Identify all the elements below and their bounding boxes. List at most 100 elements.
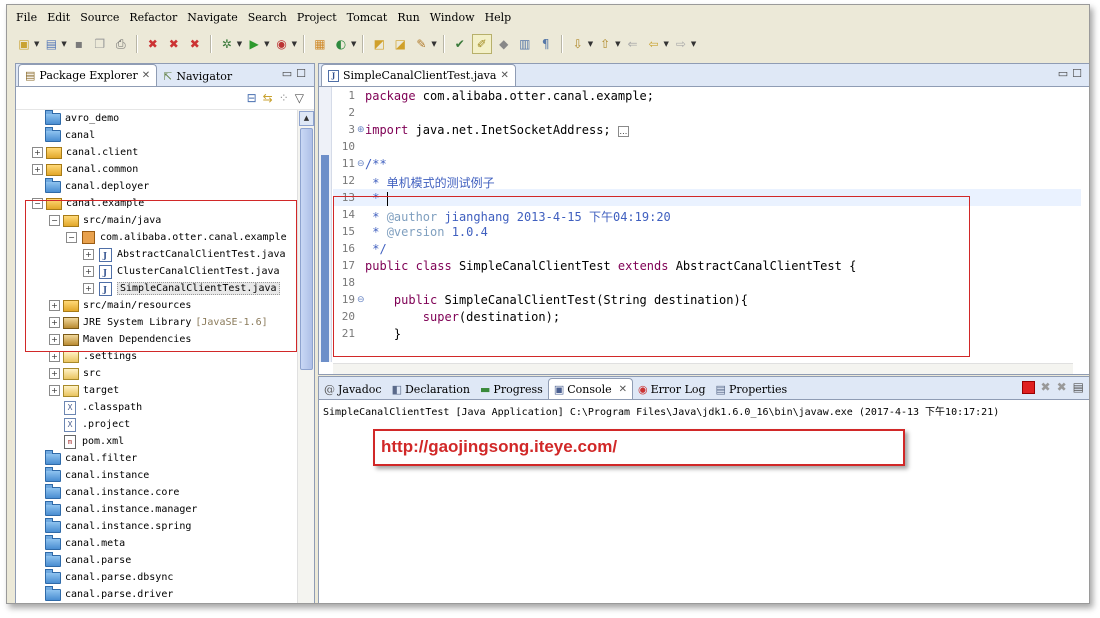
- new-icon[interactable]: ▣: [15, 35, 33, 53]
- tree-item[interactable]: + target: [49, 382, 119, 399]
- menu-help[interactable]: Help: [480, 11, 517, 24]
- console-display-icon[interactable]: ▤: [1073, 380, 1084, 394]
- chevron-down-icon[interactable]: ▼: [292, 40, 297, 48]
- tree-item[interactable]: − com.alibaba.otter.canal.example: [66, 229, 287, 246]
- save-icon[interactable]: ▪: [70, 35, 88, 53]
- chevron-down-icon[interactable]: ▼: [691, 40, 696, 48]
- new-wizard-icon[interactable]: ▤: [42, 35, 60, 53]
- terminate-icon[interactable]: [1021, 380, 1035, 394]
- tab-properties[interactable]: ▤ Properties: [711, 379, 793, 399]
- tree-item[interactable]: − canal.example: [32, 195, 144, 212]
- scroll-up-icon[interactable]: ▲: [299, 111, 314, 126]
- tree-item[interactable]: + .settings: [49, 348, 137, 365]
- collapse-icon[interactable]: −: [66, 232, 77, 243]
- collapse-all-icon[interactable]: ⊟: [247, 91, 257, 105]
- chevron-down-icon[interactable]: ▼: [664, 40, 669, 48]
- remove-launch-icon[interactable]: ✖: [1041, 380, 1051, 394]
- new-class-icon[interactable]: ◐: [332, 35, 350, 53]
- chevron-down-icon[interactable]: ▼: [61, 40, 66, 48]
- show-whitespace-icon[interactable]: ¶: [537, 35, 555, 53]
- close-icon[interactable]: ✕: [142, 70, 150, 81]
- code-area[interactable]: 1 package com.alibaba.otter.canal.example…: [333, 87, 1081, 362]
- view-menu-icon[interactable]: ▽: [295, 91, 304, 105]
- tab-javadoc[interactable]: @ Javadoc: [319, 379, 387, 399]
- menu-window[interactable]: Window: [425, 11, 480, 24]
- minimize-maximize-icon[interactable]: ▭☐: [1058, 67, 1086, 80]
- tree-item[interactable]: canal.instance.core: [32, 483, 179, 501]
- save-all-icon[interactable]: ❐: [91, 35, 109, 53]
- tree-item[interactable]: + canal.client: [32, 144, 138, 161]
- menu-source[interactable]: Source: [75, 11, 124, 24]
- link-with-editor-icon[interactable]: ⇆: [263, 91, 273, 105]
- tree-item[interactable]: + J SimpleCanalClientTest.java: [83, 280, 280, 297]
- chevron-down-icon[interactable]: ▼: [34, 40, 39, 48]
- expand-icon[interactable]: +: [83, 283, 94, 294]
- collapse-icon[interactable]: ⊖: [357, 159, 365, 169]
- toggle-breadcrumb-icon[interactable]: ✔: [451, 35, 469, 53]
- open-resource-icon[interactable]: ◪: [391, 35, 409, 53]
- expand-icon[interactable]: ⊕: [357, 125, 365, 135]
- tree-item[interactable]: + canal.common: [32, 161, 138, 178]
- tree-item[interactable]: canal.parse: [32, 551, 131, 569]
- close-icon[interactable]: ✕: [500, 70, 508, 81]
- tree-item[interactable]: − src/main/java: [49, 212, 161, 229]
- tree-item[interactable]: canal.instance.spring: [32, 517, 191, 535]
- expand-icon[interactable]: +: [49, 368, 60, 379]
- expand-icon[interactable]: +: [32, 164, 43, 175]
- chevron-down-icon[interactable]: ▼: [431, 40, 436, 48]
- tab-editor-file[interactable]: J SimpleCanalClientTest.java ✕: [321, 64, 516, 86]
- next-annotation-icon[interactable]: ⇩: [569, 35, 587, 53]
- tomcat-stop-icon[interactable]: ✖: [165, 35, 183, 53]
- debug-icon[interactable]: ✲: [218, 35, 236, 53]
- expand-icon[interactable]: +: [49, 317, 60, 328]
- search-icon[interactable]: ✎: [412, 35, 430, 53]
- tree-item[interactable]: m pom.xml: [49, 433, 124, 450]
- collapse-icon[interactable]: −: [32, 198, 43, 209]
- tree-item[interactable]: + src/main/resources: [49, 297, 191, 314]
- folded-imports-icon[interactable]: …: [617, 126, 629, 137]
- expand-icon[interactable]: +: [49, 300, 60, 311]
- annotation-icon[interactable]: ◆: [495, 35, 513, 53]
- expand-icon[interactable]: +: [49, 334, 60, 345]
- expand-icon[interactable]: +: [49, 385, 60, 396]
- tree-item[interactable]: + J ClusterCanalClientTest.java: [83, 263, 280, 280]
- menu-file[interactable]: File: [11, 11, 42, 24]
- tab-package-explorer[interactable]: ▤ Package Explorer ✕: [18, 64, 158, 86]
- chevron-down-icon[interactable]: ▼: [351, 40, 356, 48]
- tree-item[interactable]: canal: [32, 126, 95, 144]
- expand-icon[interactable]: +: [83, 249, 94, 260]
- close-icon[interactable]: ✕: [619, 384, 627, 395]
- forward-icon[interactable]: ⇨: [672, 35, 690, 53]
- expand-icon[interactable]: +: [83, 266, 94, 277]
- menu-project[interactable]: Project: [292, 11, 342, 24]
- tree-scrollbar[interactable]: ▲: [297, 110, 314, 603]
- tree-item[interactable]: X .classpath: [49, 399, 142, 416]
- editor-hscrollbar[interactable]: [333, 363, 1073, 374]
- tree-item[interactable]: + JRE System Library [JavaSE-1.6]: [49, 314, 268, 331]
- menu-search[interactable]: Search: [243, 11, 292, 24]
- block-selection-icon[interactable]: ▥: [516, 35, 534, 53]
- filters-icon[interactable]: ⁘: [279, 91, 289, 105]
- chevron-down-icon[interactable]: ▼: [588, 40, 593, 48]
- tomcat-restart-icon[interactable]: ✖: [186, 35, 204, 53]
- tomcat-start-icon[interactable]: ✖: [144, 35, 162, 53]
- expand-icon[interactable]: +: [49, 351, 60, 362]
- collapse-icon[interactable]: −: [49, 215, 60, 226]
- tree-item[interactable]: canal.meta: [32, 534, 125, 552]
- menu-navigate[interactable]: Navigate: [182, 11, 242, 24]
- remove-all-icon[interactable]: ✖: [1057, 380, 1067, 394]
- collapse-icon[interactable]: ⊖: [357, 295, 365, 305]
- tree-item[interactable]: + src: [49, 365, 101, 382]
- expand-icon[interactable]: +: [32, 147, 43, 158]
- minimize-maximize-icon[interactable]: ▭☐: [282, 67, 310, 80]
- tree-item[interactable]: canal.filter: [32, 449, 137, 467]
- menu-edit[interactable]: Edit: [42, 11, 75, 24]
- new-package-icon[interactable]: ▦: [311, 35, 329, 53]
- tab-progress[interactable]: ▬ Progress: [475, 379, 548, 399]
- previous-annotation-icon[interactable]: ⇧: [596, 35, 614, 53]
- external-tools-icon[interactable]: ◉: [273, 35, 291, 53]
- menu-refactor[interactable]: Refactor: [124, 11, 182, 24]
- tree-item[interactable]: X .project: [49, 416, 130, 433]
- mark-occurrences-icon[interactable]: ✐: [471, 34, 492, 54]
- tab-navigator[interactable]: ⇱ Navigator: [157, 66, 238, 86]
